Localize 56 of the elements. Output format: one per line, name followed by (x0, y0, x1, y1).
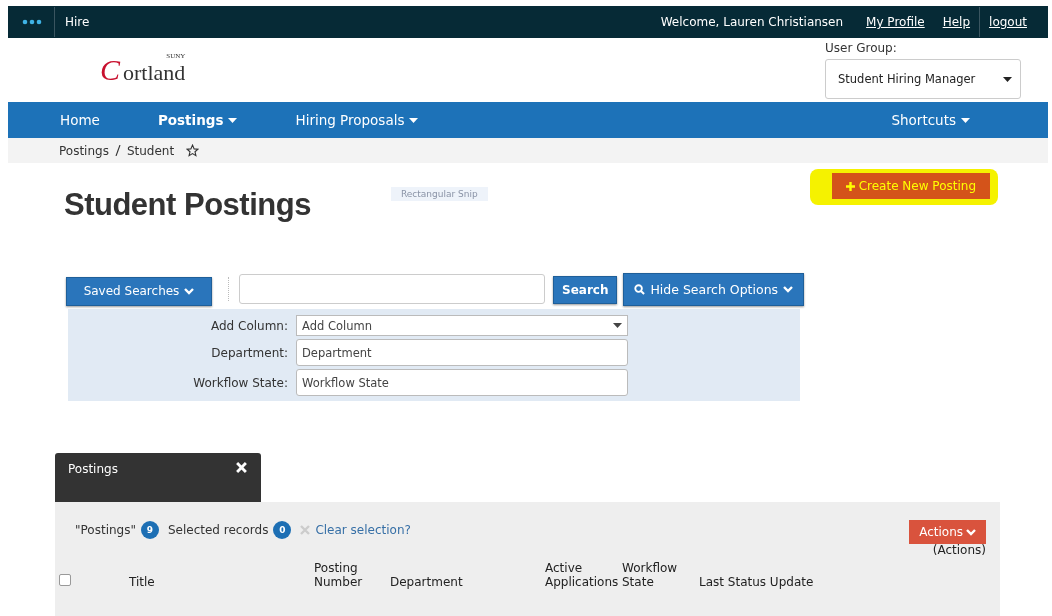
plus-icon (845, 181, 855, 191)
caret-icon (409, 117, 419, 123)
breadcrumb-link[interactable]: Postings (59, 143, 109, 158)
search-icon (634, 283, 646, 295)
nav-item[interactable]: Postings (157, 112, 238, 128)
shortcuts-menu[interactable]: Shortcuts (891, 112, 970, 128)
caret-icon (613, 323, 622, 328)
nav-item[interactable]: Hiring Proposals (295, 112, 419, 128)
column-header[interactable]: Posting Number (314, 561, 390, 589)
page-title: Student Postings (64, 187, 311, 223)
selected-records-label: Selected records (167, 523, 269, 537)
breadcrumb-separator-icon (114, 145, 121, 156)
filter-label: Workflow State: (193, 375, 288, 390)
filter-field[interactable]: Workflow State (296, 369, 628, 396)
dots-menu-icon[interactable] (22, 19, 42, 25)
snip-tooltip: Rectangular Snip (390, 187, 488, 201)
column-header[interactable]: Title (77, 575, 314, 589)
nav-item[interactable]: Home (60, 112, 100, 128)
hide-search-options-button[interactable]: Hide Search Options (623, 272, 805, 306)
app-name: Hire (64, 15, 91, 29)
column-header[interactable]: Department (390, 575, 545, 589)
count-badge: 0 (273, 521, 292, 539)
column-header[interactable]: Workflow State (622, 561, 699, 589)
close-icon (300, 525, 311, 535)
chevron-icon (966, 528, 976, 536)
top-link[interactable]: logout (989, 15, 1027, 29)
column-header[interactable]: Active Applications (545, 561, 622, 589)
top-link[interactable]: Help (942, 15, 971, 29)
select-all-checkbox[interactable] (59, 574, 71, 586)
breadcrumb-link[interactable]: Student (126, 143, 175, 158)
saved-searches-button[interactable]: Saved Searches (66, 276, 212, 306)
caret-icon (961, 117, 970, 123)
caret-icon (228, 117, 238, 123)
user-group-label: User Group: (825, 41, 898, 55)
postings-tab[interactable]: Postings (55, 453, 261, 502)
search-button[interactable]: Search (553, 276, 618, 304)
filter-field[interactable]: Department (296, 339, 628, 366)
top-link[interactable]: My Profile (866, 15, 925, 29)
close-icon[interactable] (236, 462, 247, 473)
count-badge: 9 (140, 521, 159, 539)
welcome-text: Welcome, Lauren Christiansen (660, 15, 844, 29)
caret-icon (1003, 76, 1012, 82)
clear-selection-link[interactable]: Clear selection? (315, 523, 411, 537)
actions-caption: (Actions) (931, 543, 986, 557)
user-group-select[interactable]: Student Hiring Manager (825, 59, 1021, 99)
column-header[interactable]: Last Status Update (699, 575, 839, 589)
list-label: "Postings" (75, 523, 136, 537)
actions-button[interactable]: Actions (909, 520, 986, 544)
create-posting-button[interactable]: Create New Posting (831, 173, 990, 199)
chevron-icon (184, 287, 195, 295)
star-icon[interactable] (186, 144, 200, 157)
filter-label: Department: (211, 345, 288, 360)
add-column-select[interactable]: Add Column (296, 315, 628, 336)
search-field[interactable] (239, 274, 545, 304)
filter-label: Add Column: (210, 318, 288, 333)
chevron-icon (783, 285, 794, 293)
